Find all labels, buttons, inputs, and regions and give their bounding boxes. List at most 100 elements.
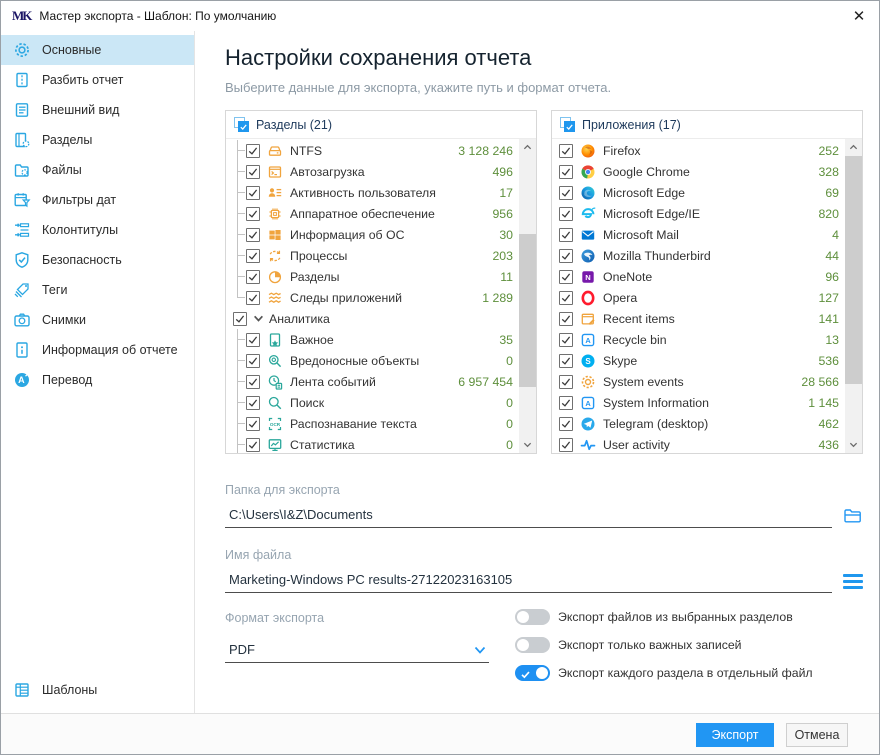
item-checkbox[interactable] — [246, 290, 260, 305]
toggle-switch[interactable] — [515, 665, 550, 681]
list-item[interactable]: Процессы 203 — [226, 245, 519, 266]
toggle-switch[interactable] — [515, 637, 550, 653]
list-item[interactable]: Вредоносные объекты 0 — [226, 350, 519, 371]
list-item[interactable]: Поиск 0 — [226, 392, 519, 413]
item-checkbox[interactable] — [246, 206, 260, 221]
item-checkbox[interactable] — [246, 185, 260, 200]
sidebar-item-templates[interactable]: Шаблоны — [1, 675, 194, 705]
item-checkbox[interactable] — [246, 353, 260, 368]
list-item[interactable]: Активность пользователя 17 — [226, 182, 519, 203]
sidebar-item-translate[interactable]: A Перевод — [1, 365, 194, 395]
chrome-icon — [580, 164, 596, 180]
item-checkbox[interactable] — [246, 227, 260, 242]
list-item[interactable]: Microsoft Edge/IE 820 — [552, 203, 845, 224]
item-checkbox[interactable] — [246, 374, 260, 389]
sidebar-item-appearance[interactable]: Внешний вид — [1, 95, 194, 125]
sidebar-item-report-info[interactable]: Информация об отчете — [1, 335, 194, 365]
sidebar-item-sections[interactable]: Разделы — [1, 125, 194, 155]
apps-scrollbar[interactable] — [845, 139, 862, 453]
item-checkbox[interactable] — [559, 311, 573, 326]
export-format-dropdown[interactable]: PDF — [225, 642, 489, 663]
list-item[interactable]: User activity 436 — [552, 434, 845, 453]
item-checkbox[interactable] — [559, 206, 573, 221]
list-item[interactable]: Firefox 252 — [552, 140, 845, 161]
list-item[interactable]: Важное 35 — [226, 329, 519, 350]
item-checkbox[interactable] — [559, 395, 573, 410]
sidebar-item-split-report[interactable]: Разбить отчет — [1, 65, 194, 95]
list-item[interactable]: Google Chrome 328 — [552, 161, 845, 182]
list-item[interactable]: Microsoft Mail 4 — [552, 224, 845, 245]
list-item[interactable]: Лента событий 6 957 454 — [226, 371, 519, 392]
list-item[interactable]: Статистика 0 — [226, 434, 519, 453]
item-checkbox[interactable] — [559, 437, 573, 452]
sidebar-item-tags[interactable]: Теги — [1, 275, 194, 305]
toggle-switch[interactable] — [515, 609, 550, 625]
export-folder-input[interactable]: C:\Users\I&Z\Documents — [225, 503, 832, 528]
scrollbar-thumb[interactable] — [519, 234, 536, 387]
sidebar-item-date-filter[interactable]: Фильтры дат — [1, 185, 194, 215]
item-checkbox[interactable] — [559, 185, 573, 200]
file-name-input[interactable]: Marketing-Windows PC results-27122023163… — [225, 568, 832, 593]
list-item[interactable]: Microsoft Edge 69 — [552, 182, 845, 203]
name-options-icon[interactable] — [843, 571, 863, 591]
sections-panel-header[interactable]: Разделы (21) — [226, 111, 536, 139]
item-checkbox[interactable] — [559, 332, 573, 347]
list-item[interactable]: N OneNote 96 — [552, 266, 845, 287]
list-item[interactable]: A System Information 1 145 — [552, 392, 845, 413]
item-checkbox[interactable] — [559, 143, 573, 158]
list-item[interactable]: Следы приложений 1 289 — [226, 287, 519, 308]
list-item[interactable]: Telegram (desktop) 462 — [552, 413, 845, 434]
scroll-down-icon[interactable] — [519, 436, 536, 453]
browse-folder-icon[interactable] — [843, 506, 863, 526]
select-all-checkbox[interactable] — [560, 117, 575, 132]
list-item[interactable]: NTFS 3 128 246 — [226, 140, 519, 161]
item-checkbox[interactable] — [246, 416, 260, 431]
list-item[interactable]: Recent items 141 — [552, 308, 845, 329]
item-checkbox[interactable] — [559, 353, 573, 368]
apps-panel-header[interactable]: Приложения (17) — [552, 111, 862, 139]
list-item[interactable]: OCR Распознавание текста 0 — [226, 413, 519, 434]
sections-scrollbar[interactable] — [519, 139, 536, 453]
sidebar-item-headers-footers[interactable]: Колонтитулы — [1, 215, 194, 245]
item-checkbox[interactable] — [246, 269, 260, 284]
item-checkbox[interactable] — [559, 164, 573, 179]
item-checkbox[interactable] — [246, 332, 260, 347]
svg-text:S: S — [585, 357, 591, 366]
list-item[interactable]: Автозагрузка 496 — [226, 161, 519, 182]
sidebar-item-gear[interactable]: Основные — [1, 35, 194, 65]
sidebar-item-shield[interactable]: Безопасность — [1, 245, 194, 275]
expand-chevron-icon[interactable] — [253, 313, 265, 325]
item-checkbox[interactable] — [559, 227, 573, 242]
export-button[interactable]: Экспорт — [696, 723, 774, 747]
scroll-down-icon[interactable] — [845, 436, 862, 453]
item-checkbox[interactable] — [559, 248, 573, 263]
sidebar-item-camera[interactable]: Снимки — [1, 305, 194, 335]
list-item[interactable]: S Skype 536 — [552, 350, 845, 371]
scroll-up-icon[interactable] — [845, 139, 862, 156]
sidebar-item-files[interactable]: Файлы — [1, 155, 194, 185]
list-item[interactable]: Разделы 11 — [226, 266, 519, 287]
list-item[interactable]: Mozilla Thunderbird 44 — [552, 245, 845, 266]
list-item[interactable]: Аналитика — [226, 308, 519, 329]
list-item[interactable]: Информация об ОС 30 — [226, 224, 519, 245]
item-checkbox[interactable] — [246, 143, 260, 158]
item-checkbox[interactable] — [246, 437, 260, 452]
select-all-checkbox[interactable] — [234, 117, 249, 132]
item-checkbox[interactable] — [559, 269, 573, 284]
list-item[interactable]: Аппаратное обеспечение 956 — [226, 203, 519, 224]
scroll-up-icon[interactable] — [519, 139, 536, 156]
cancel-button[interactable]: Отмена — [786, 723, 848, 747]
item-checkbox[interactable] — [559, 290, 573, 305]
sidebar-item-label: Внешний вид — [42, 103, 120, 117]
item-checkbox[interactable] — [246, 164, 260, 179]
item-checkbox[interactable] — [559, 374, 573, 389]
item-checkbox[interactable] — [246, 248, 260, 263]
item-checkbox[interactable] — [559, 416, 573, 431]
scrollbar-thumb[interactable] — [845, 156, 862, 384]
list-item[interactable]: Opera 127 — [552, 287, 845, 308]
item-checkbox[interactable] — [246, 395, 260, 410]
list-item[interactable]: A Recycle bin 13 — [552, 329, 845, 350]
close-icon[interactable]: ✕ — [839, 1, 879, 31]
item-checkbox[interactable] — [233, 311, 247, 326]
list-item[interactable]: System events 28 566 — [552, 371, 845, 392]
